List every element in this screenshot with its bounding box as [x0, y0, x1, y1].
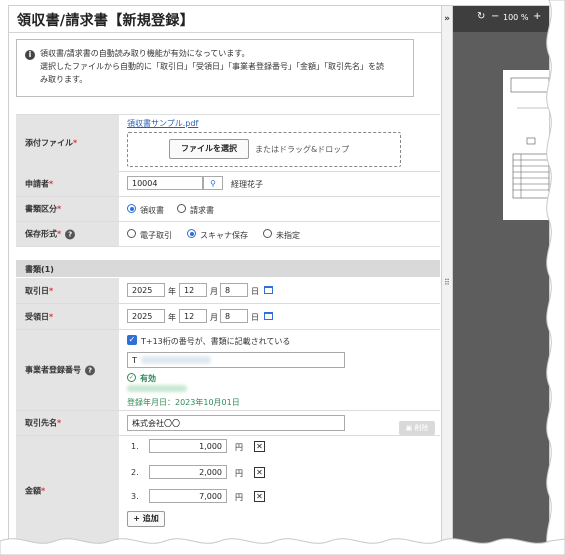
file-drop-zone[interactable]: ファイルを選択 またはドラッグ&ドロップ	[127, 132, 401, 167]
doc-type-option-invoice: 請求書	[190, 206, 214, 215]
storage-label: 保存形式	[25, 229, 57, 239]
transaction-month-input[interactable]: 12	[179, 283, 207, 297]
file-select-button[interactable]: ファイルを選択	[169, 139, 249, 159]
month-unit: 月	[210, 313, 218, 322]
storage-radio-unspecified[interactable]	[263, 229, 272, 238]
transaction-date-row: 取引日* 2025 年 12 月 8 日	[16, 278, 440, 304]
drag-handle-icon[interactable]: ⠿	[444, 278, 450, 287]
storage-option-electronic: 電子取引	[140, 231, 172, 240]
section-title: 書類(1)	[25, 265, 54, 274]
amount-row-number: 1.	[131, 442, 139, 451]
year-unit: 年	[168, 313, 176, 322]
partner-label: 取引先名	[25, 418, 57, 428]
calendar-icon[interactable]	[264, 286, 273, 294]
attachment-label: 添付ファイル	[25, 138, 73, 148]
applicant-label: 申請者	[25, 179, 49, 188]
plus-icon: +	[133, 514, 140, 523]
redacted-company	[127, 385, 187, 392]
amount-input-2[interactable]: 2,000	[149, 465, 227, 479]
storage-option-scanner: スキャナ保存	[200, 231, 248, 240]
remove-icon[interactable]: ✕	[254, 441, 265, 452]
received-month-input[interactable]: 12	[179, 309, 207, 323]
registration-prefix: T	[132, 356, 137, 365]
partner-input[interactable]: 株式会社〇〇	[127, 415, 345, 431]
year-unit: 年	[168, 287, 176, 296]
registration-date: 登録年月日：2023年10月01日	[127, 398, 240, 407]
partner-row: 取引先名* 株式会社〇〇	[16, 411, 440, 436]
zoom-level: 100 %	[503, 13, 529, 22]
amount-input-3[interactable]: 7,000	[149, 489, 227, 503]
remove-icon[interactable]: ✕	[254, 467, 265, 478]
applicant-row: 申請者* 10004 ⚲ 経理花子	[16, 171, 440, 197]
amount-unit: 円	[235, 493, 243, 502]
check-circle-icon: ✓	[127, 373, 136, 382]
received-day-input[interactable]: 8	[220, 309, 248, 323]
doc-type-radio-invoice[interactable]	[177, 204, 186, 213]
panel-splitter[interactable]	[441, 6, 453, 546]
applicant-name: 経理花子	[231, 180, 263, 189]
storage-radio-scanner[interactable]	[187, 229, 196, 238]
amount-row-number: 3.	[131, 492, 139, 501]
applicant-id-input[interactable]: 10004	[127, 176, 203, 190]
info-icon: i	[25, 50, 35, 60]
calendar-icon[interactable]	[264, 312, 273, 320]
amount-label: 金額	[25, 486, 41, 496]
month-unit: 月	[210, 287, 218, 296]
day-unit: 日	[251, 287, 259, 296]
transaction-date-label: 取引日	[25, 286, 49, 295]
attachment-file-link[interactable]: 領収書サンプル.pdf	[127, 118, 198, 129]
doc-type-option-receipt: 領収書	[140, 206, 164, 215]
amount-input-1[interactable]: 1,000	[149, 439, 227, 453]
app-frame: 領収書/請求書【新規登録】 i 領収書/請求書の自動読み取り機能が有効になってい…	[8, 5, 550, 547]
registration-label: 事業者登録番号	[25, 365, 81, 375]
search-icon[interactable]: ⚲	[203, 176, 223, 190]
help-icon[interactable]: ?	[65, 229, 76, 239]
torn-edge-bottom	[0, 538, 565, 555]
received-date-row: 受領日* 2025 年 12 月 8 日	[16, 304, 440, 330]
transaction-year-input[interactable]: 2025	[127, 283, 165, 297]
form-panel: 領収書/請求書【新規登録】 i 領収書/請求書の自動読み取り機能が有効になってい…	[9, 6, 441, 546]
amount-unit: 円	[235, 443, 243, 452]
info-line-1: 領収書/請求書の自動読み取り機能が有効になっています。	[40, 49, 250, 58]
amount-row-number: 2.	[131, 468, 139, 477]
help-icon[interactable]: ?	[85, 365, 95, 375]
drop-hint: またはドラッグ&ドロップ	[255, 145, 350, 154]
zoom-out-icon[interactable]: −	[491, 11, 499, 22]
info-line-3: み取ります。	[40, 75, 88, 84]
storage-option-unspecified: 未指定	[276, 231, 300, 240]
trash-icon: ▣	[405, 424, 413, 432]
registration-row: 事業者登録番号? ✓ T+13桁の番号が、書類に記載されている T ✓ 有効 登…	[16, 330, 440, 411]
title-divider	[9, 32, 441, 33]
page-title: 領収書/請求書【新規登録】	[17, 13, 195, 29]
received-year-input[interactable]: 2025	[127, 309, 165, 323]
doc-type-row: 書類区分* 領収書 請求書	[16, 197, 440, 222]
day-unit: 日	[251, 313, 259, 322]
doc-type-label: 書類区分	[25, 204, 57, 214]
storage-radio-electronic[interactable]	[127, 229, 136, 238]
doc-type-radio-receipt[interactable]	[127, 204, 136, 213]
info-box: i 領収書/請求書の自動読み取り機能が有効になっています。 選択したファイルから…	[16, 39, 414, 97]
transaction-day-input[interactable]: 8	[220, 283, 248, 297]
registration-checkbox-label: T+13桁の番号が、書類に記載されている	[141, 337, 291, 346]
registration-checkbox[interactable]: ✓	[127, 335, 137, 345]
registration-status: 有効	[140, 374, 156, 383]
torn-edge-right	[546, 0, 565, 555]
attachment-row: 添付ファイル* 領収書サンプル.pdf ファイルを選択 またはドラッグ&ドロップ	[16, 114, 440, 172]
storage-row: 保存形式*? 電子取引 スキャナ保存 未指定	[16, 222, 440, 247]
delete-button[interactable]: ▣ 削除	[399, 421, 435, 435]
remove-icon[interactable]: ✕	[254, 491, 265, 502]
redacted-number	[141, 356, 211, 364]
received-date-label: 受領日	[25, 312, 49, 321]
rotate-icon[interactable]: ↻	[477, 11, 485, 22]
info-line-2: 選択したファイルから自動的に「取引日」「受領日」「事業者登録番号」「金額」「取引…	[40, 62, 384, 71]
section-header: 書類(1)	[16, 260, 440, 277]
collapse-panel-button[interactable]: »	[441, 10, 453, 28]
amount-unit: 円	[235, 469, 243, 478]
